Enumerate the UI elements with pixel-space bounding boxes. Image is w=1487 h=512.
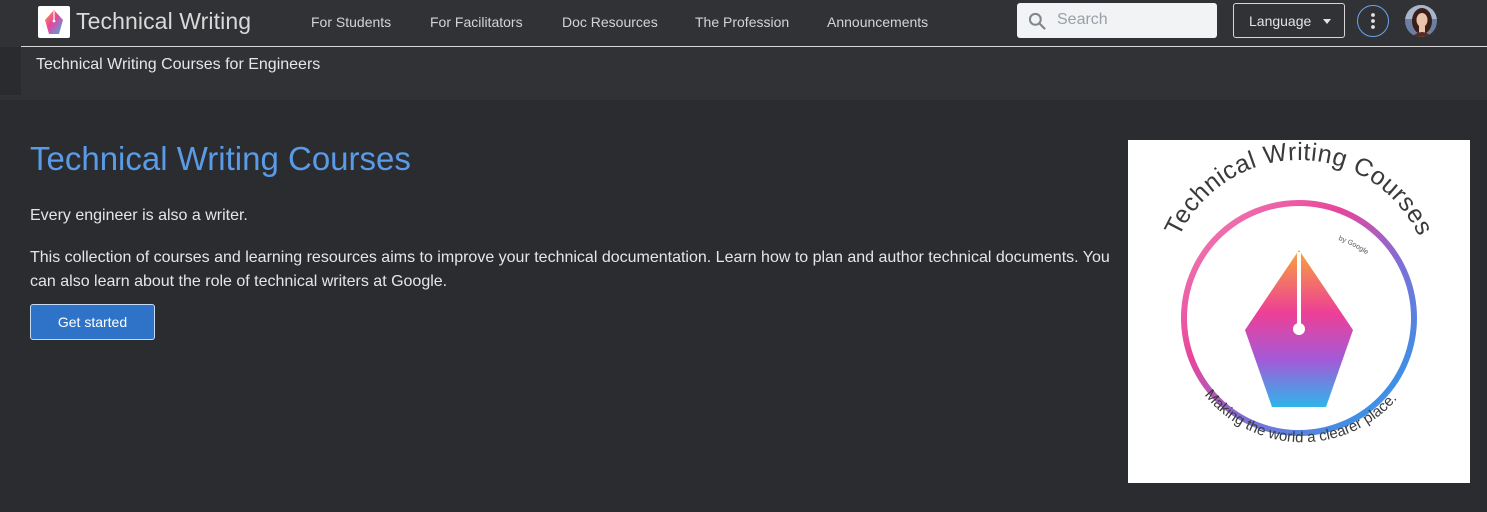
search-box[interactable] xyxy=(1017,3,1217,38)
more-menu-button[interactable] xyxy=(1357,5,1389,37)
header-left-strip xyxy=(0,47,21,95)
hero-image: Technical Writing Courses by Google Maki… xyxy=(1128,138,1470,483)
language-select[interactable]: Language xyxy=(1233,3,1345,38)
caret-down-icon xyxy=(1323,19,1331,24)
page-title: Technical Writing Courses xyxy=(30,140,411,177)
search-icon xyxy=(1027,11,1047,36)
logo-icon[interactable] xyxy=(38,6,70,38)
tagline: Every engineer is also a writer. xyxy=(30,207,248,224)
nav-for-facilitators[interactable]: For Facilitators xyxy=(430,14,523,30)
avatar[interactable] xyxy=(1405,5,1437,37)
top-bar: Technical Writing For Students For Facil… xyxy=(0,0,1487,100)
nav-doc-resources[interactable]: Doc Resources xyxy=(562,14,658,30)
hero-byline: by Google xyxy=(1338,235,1370,256)
site-title[interactable]: Technical Writing xyxy=(76,8,251,35)
nav-the-profession[interactable]: The Profession xyxy=(695,14,789,30)
nav-for-students[interactable]: For Students xyxy=(311,14,391,30)
intro-description: This collection of courses and learning … xyxy=(30,249,1110,290)
nav-announcements[interactable]: Announcements xyxy=(827,14,928,30)
more-vert-icon xyxy=(1371,13,1375,29)
hero-arc-title: Technical Writing Courses xyxy=(1159,140,1439,240)
get-started-button[interactable]: Get started xyxy=(30,304,155,340)
site-subtitle: Technical Writing Courses for Engineers xyxy=(36,56,321,73)
search-input[interactable] xyxy=(1057,9,1207,31)
language-label: Language xyxy=(1249,12,1312,29)
